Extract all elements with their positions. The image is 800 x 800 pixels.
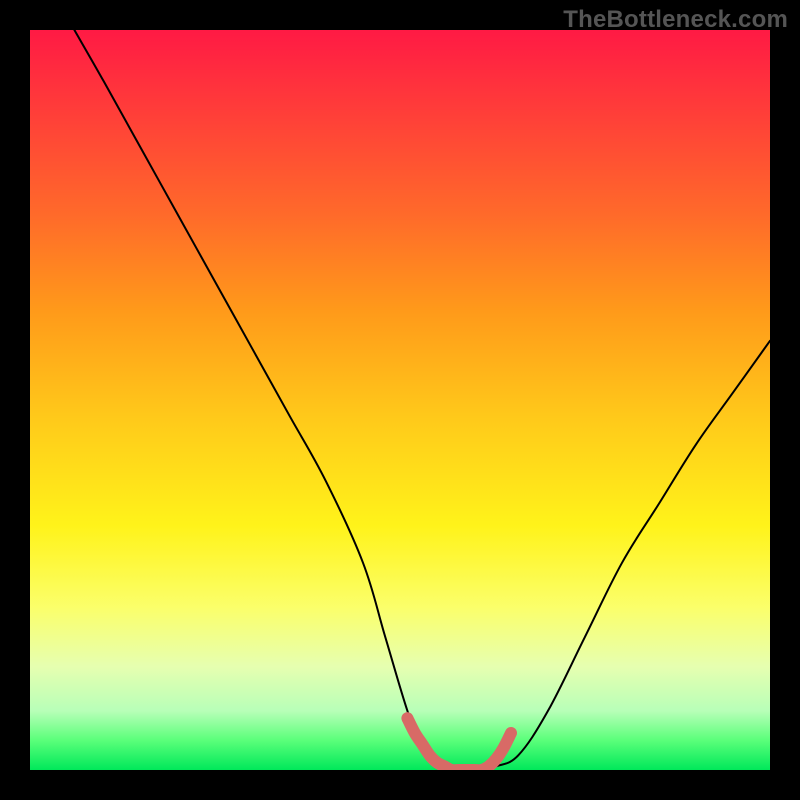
curve-svg <box>30 30 770 770</box>
series-optimal-floor <box>407 718 511 770</box>
series-bottleneck-curve <box>74 30 770 770</box>
chart-container: TheBottleneck.com <box>0 0 800 800</box>
plot-area <box>30 30 770 770</box>
